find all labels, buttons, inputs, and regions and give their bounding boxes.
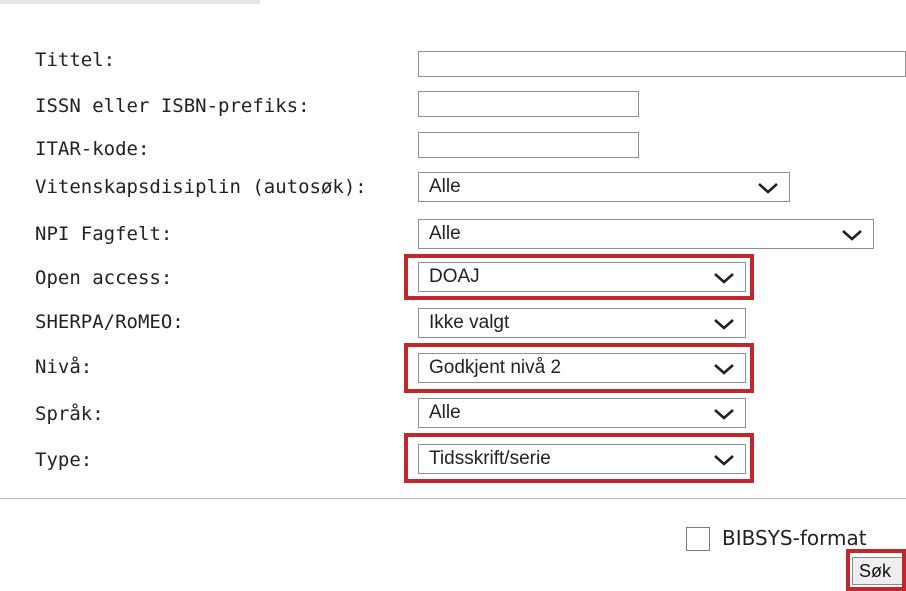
- open-access-label: Open access:: [35, 267, 173, 289]
- type-value: Tidsskrift/serie: [429, 448, 551, 469]
- npi-label: NPI Fagfelt:: [35, 223, 173, 245]
- niva-value: Godkjent nivå 2: [429, 357, 562, 378]
- issn-label: ISSN eller ISBN-prefiks:: [35, 95, 310, 117]
- chevron-down-icon: [714, 273, 734, 284]
- niva-label: Nivå:: [35, 356, 93, 378]
- open-access-select[interactable]: DOAJ: [418, 262, 746, 292]
- npi-value: Alle: [429, 223, 461, 244]
- cropped-header: [0, 0, 260, 4]
- discipline-select[interactable]: Alle: [418, 172, 790, 202]
- sprak-label: Språk:: [35, 403, 104, 425]
- title-label: Tittel:: [35, 49, 116, 71]
- top-bar: [0, 0, 906, 10]
- sherpa-label: SHERPA/RoMEO:: [35, 311, 184, 333]
- type-label: Type:: [35, 449, 93, 471]
- bibsys-label: BIBSYS-format: [722, 526, 867, 550]
- sherpa-select[interactable]: Ikke valgt: [418, 308, 746, 338]
- discipline-value: Alle: [429, 176, 461, 197]
- chevron-down-icon: [714, 409, 734, 420]
- chevron-down-icon: [714, 319, 734, 330]
- search-button[interactable]: Søk: [852, 557, 906, 585]
- sprak-select[interactable]: Alle: [418, 398, 746, 428]
- chevron-down-icon: [842, 230, 862, 241]
- chevron-down-icon: [714, 455, 734, 466]
- divider: [0, 498, 906, 499]
- sherpa-value: Ikke valgt: [429, 312, 510, 333]
- title-input[interactable]: [418, 51, 906, 77]
- niva-select[interactable]: Godkjent nivå 2: [418, 353, 746, 383]
- sprak-value: Alle: [429, 402, 461, 423]
- itar-label: ITAR-kode:: [35, 138, 150, 160]
- npi-select[interactable]: Alle: [418, 219, 874, 249]
- chevron-down-icon: [714, 364, 734, 375]
- bibsys-checkbox[interactable]: [686, 527, 710, 551]
- discipline-label: Vitenskapsdisiplin (autosøk):: [35, 176, 367, 198]
- type-select[interactable]: Tidsskrift/serie: [418, 444, 746, 474]
- itar-input[interactable]: [418, 132, 639, 158]
- chevron-down-icon: [758, 183, 778, 194]
- issn-input[interactable]: [418, 91, 639, 117]
- open-access-value: DOAJ: [429, 266, 480, 287]
